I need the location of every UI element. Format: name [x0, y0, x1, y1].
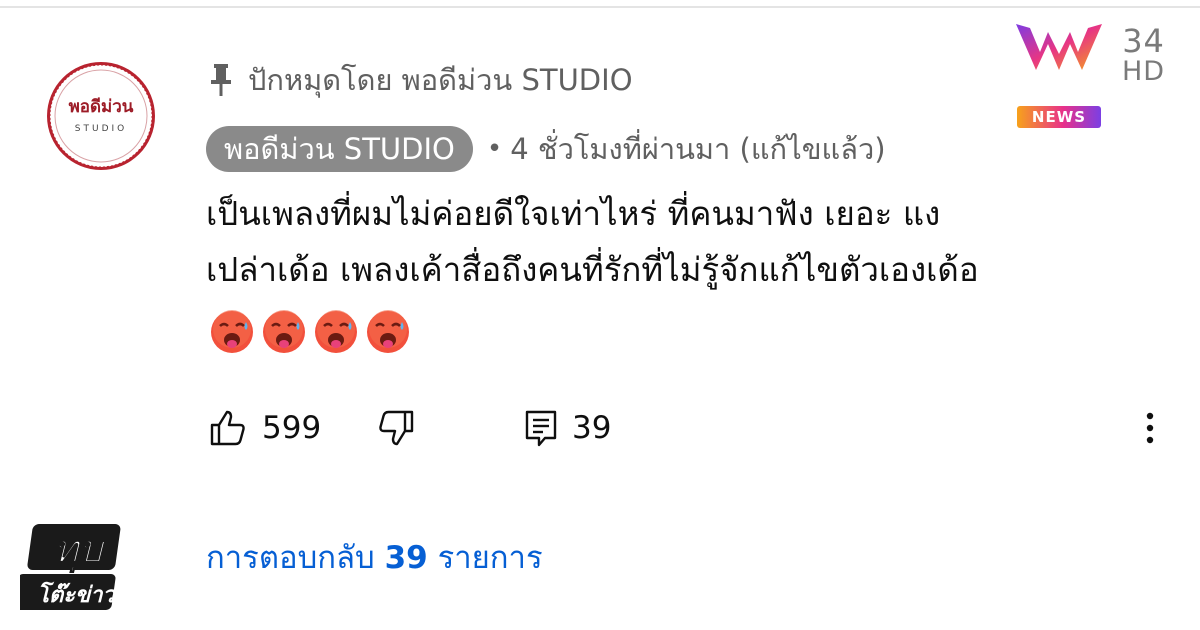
comment-line: เปล่าเด้อ เพลงเค้าสื่อถึงคนที่รักที่ไม่ร… [206, 250, 979, 289]
channel-quality: HD [1122, 56, 1166, 87]
comment-icon [525, 410, 557, 447]
thumbs-down-icon [379, 410, 414, 446]
avatar-logo-subtext: STUDIO [75, 124, 127, 134]
reply-count: 39 [572, 410, 612, 446]
tob-toh-khao-logo-icon: ทุบ โต๊ะข่าว [20, 524, 121, 610]
comment-body: เป็นเพลงที่ผมไม่ค่อยดีใจเท่าไหร่ ที่คนมา… [206, 186, 1166, 298]
comment-timestamp: 4 ชั่วโมงที่ผ่านมา (แก้ไขแล้ว) [510, 132, 886, 166]
vertical-dots-icon [1146, 412, 1154, 444]
comment-line: เป็นเพลงที่ผมไม่ค่อยดีใจเท่าไหร่ ที่คนมา… [206, 194, 941, 233]
author-name-chip[interactable]: พอดีม่วน STUDIO [206, 126, 473, 172]
avatar-logo-icon: พอดีม่วน STUDIO [47, 62, 155, 170]
pinned-indicator: ปักหมุดโดย พอดีม่วน STUDIO [208, 58, 633, 102]
avatar-logo-text: พอดีม่วน [69, 96, 134, 117]
tob-logo-top-text: ทุบ [53, 527, 106, 573]
comment-emoji-row [208, 308, 412, 356]
dislike-button[interactable] [376, 400, 416, 456]
more-options-button[interactable] [1140, 400, 1160, 456]
meta-separator: • [486, 134, 503, 164]
channel-number-value: 34 [1122, 22, 1165, 60]
channel-number: 34 HD [1122, 25, 1166, 88]
news-badge: NEWS [1017, 106, 1101, 128]
hot-face-emoji-icon [211, 310, 253, 353]
like-count: 599 [262, 410, 322, 446]
replies-count: 39 [384, 540, 428, 576]
top-divider [0, 0, 1200, 8]
pinned-label: ปักหมุดโดย พอดีม่วน STUDIO [248, 63, 633, 97]
pin-icon [211, 64, 231, 96]
reply-button[interactable]: 39 [524, 400, 611, 456]
hot-face-emoji-icon [367, 310, 409, 353]
view-replies-link[interactable]: การตอบกลับ 39 รายการ [206, 532, 543, 582]
comment-action-bar: 599 39 [208, 400, 1178, 456]
channel-avatar[interactable]: พอดีม่วน STUDIO [42, 60, 160, 172]
comment-header: พอดีม่วน STUDIO • 4 ชั่วโมงที่ผ่านมา (แก… [206, 125, 886, 173]
replies-prefix: การตอบกลับ [206, 540, 375, 576]
like-button[interactable]: 599 [208, 400, 321, 456]
thumbs-up-icon [210, 410, 245, 446]
hot-face-emoji-icon [315, 310, 357, 353]
replies-suffix: รายการ [437, 540, 543, 576]
tob-logo-bottom-text: โต๊ะข่าว [37, 581, 116, 608]
hot-face-emoji-icon [263, 310, 305, 353]
